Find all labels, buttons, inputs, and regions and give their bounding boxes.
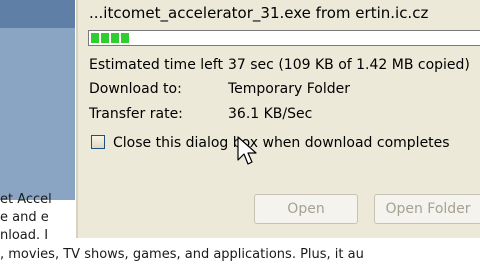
progress-segment — [111, 33, 119, 43]
open-button[interactable]: Open — [254, 194, 358, 224]
time-left-value: 37 sec (109 KB of 1.42 MB copied) — [228, 57, 470, 73]
download-progress-bar — [88, 30, 480, 46]
background-text-line: , movies, TV shows, games, and applicati… — [0, 247, 364, 262]
progress-fill — [91, 33, 129, 43]
transfer-rate-value: 36.1 KB/Sec — [228, 106, 313, 122]
background-text-line: nload. I — [0, 228, 49, 243]
download-to-value: Temporary Folder — [228, 81, 350, 97]
transfer-rate-label: Transfer rate: — [89, 106, 183, 122]
close-dialog-checkbox-label[interactable]: Close this dialog box when download comp… — [113, 135, 450, 151]
mouse-pointer-icon — [237, 136, 257, 165]
download-filename: ...itcomet_accelerator_31.exe from ertin… — [89, 4, 429, 22]
close-dialog-checkbox[interactable] — [91, 135, 105, 149]
background-text-line: et Accel — [0, 192, 52, 207]
progress-segment — [101, 33, 109, 43]
download-to-label: Download to: — [89, 81, 182, 97]
background-text-line: e and e — [0, 210, 49, 225]
time-left-label: Estimated time left — [89, 57, 223, 73]
download-dialog: ...itcomet_accelerator_31.exe from ertin… — [76, 0, 480, 238]
progress-segment — [91, 33, 99, 43]
progress-segment — [121, 33, 129, 43]
background-sidebar-panel — [0, 28, 75, 200]
open-folder-button[interactable]: Open Folder — [374, 194, 480, 224]
